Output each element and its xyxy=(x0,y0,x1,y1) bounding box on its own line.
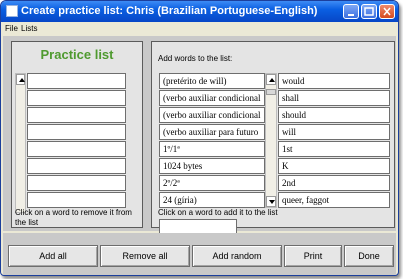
window-title: Create practice list: Chris (Brazilian P… xyxy=(21,5,318,17)
close-icon xyxy=(383,7,391,16)
practice-list-title: Practice list xyxy=(40,47,114,62)
source-word-item[interactable]: (verbo auxiliar condicional xyxy=(159,90,265,106)
source-word-item[interactable]: 1º/1ª xyxy=(159,141,265,157)
practice-list-item[interactable] xyxy=(27,192,126,208)
minimize-icon xyxy=(348,14,354,16)
menu-bar: File Lists xyxy=(1,22,398,36)
practice-list-item[interactable] xyxy=(27,107,126,123)
target-word-item[interactable]: shall xyxy=(278,90,390,106)
words-scroll-thumb[interactable] xyxy=(266,89,276,95)
close-button[interactable] xyxy=(379,4,395,19)
title-bar[interactable]: Create practice list: Chris (Brazilian P… xyxy=(1,1,398,22)
word-input[interactable] xyxy=(159,219,237,234)
practice-list-item[interactable] xyxy=(27,158,126,174)
minimize-button[interactable] xyxy=(343,4,359,19)
target-word-item[interactable]: will xyxy=(278,124,390,140)
print-button[interactable]: Print xyxy=(284,245,342,267)
source-word-item[interactable]: 24 (gíria) xyxy=(159,192,265,208)
arrow-up-icon xyxy=(269,78,275,82)
button-bar: Add all Remove all Add random Print Done xyxy=(3,233,396,275)
app-window: Create practice list: Chris (Brazilian P… xyxy=(0,0,399,276)
source-word-item[interactable]: 1024 bytes xyxy=(159,158,265,174)
practice-list-item[interactable] xyxy=(27,90,126,106)
maximize-button[interactable] xyxy=(361,4,377,19)
add-random-button[interactable]: Add random xyxy=(192,245,282,267)
practice-scrollbar[interactable] xyxy=(15,73,26,213)
remove-all-button[interactable]: Remove all xyxy=(100,245,190,267)
practice-list-item[interactable] xyxy=(27,73,126,89)
words-scroll-down-button[interactable] xyxy=(266,196,276,207)
add-words-heading: Add words to the list: xyxy=(158,54,233,63)
words-scroll-up-button[interactable] xyxy=(266,74,276,85)
done-button[interactable]: Done xyxy=(344,245,394,267)
target-word-item[interactable]: would xyxy=(278,73,390,89)
main-content: Practice list Click on a word to remove … xyxy=(3,36,396,234)
target-word-item[interactable]: 2nd xyxy=(278,175,390,191)
target-word-item[interactable]: 1st xyxy=(278,141,390,157)
arrow-down-icon xyxy=(269,200,275,204)
source-word-item[interactable]: (verbo auxiliar condicional xyxy=(159,107,265,123)
target-word-item[interactable]: queer, faggot xyxy=(278,192,390,208)
practice-list-item[interactable] xyxy=(27,124,126,140)
practice-list-item[interactable] xyxy=(27,141,126,157)
practice-panel: Practice list Click on a word to remove … xyxy=(11,41,143,228)
target-word-item[interactable]: should xyxy=(278,107,390,123)
target-word-item[interactable]: K xyxy=(278,158,390,174)
source-word-item[interactable]: (pretérito de will) xyxy=(159,73,265,89)
practice-scroll-up-button[interactable] xyxy=(16,74,25,85)
practice-hint: Click on a word to remove it from the li… xyxy=(15,208,132,227)
arrow-up-icon xyxy=(19,78,25,82)
add-words-panel: Add words to the list: (pretérito de wil… xyxy=(151,41,395,234)
source-word-item[interactable]: (verbo auxiliar para futuro xyxy=(159,124,265,140)
menu-file[interactable]: File xyxy=(5,24,18,33)
app-icon xyxy=(6,5,18,17)
source-word-item[interactable]: 2º/2ª xyxy=(159,175,265,191)
maximize-icon xyxy=(364,7,374,16)
add-words-hint: Click on a word to add it to the list xyxy=(158,208,278,217)
practice-list-item[interactable] xyxy=(27,175,126,191)
add-all-button[interactable]: Add all xyxy=(8,245,98,267)
menu-lists[interactable]: Lists xyxy=(21,24,37,33)
words-scrollbar[interactable] xyxy=(265,73,277,208)
